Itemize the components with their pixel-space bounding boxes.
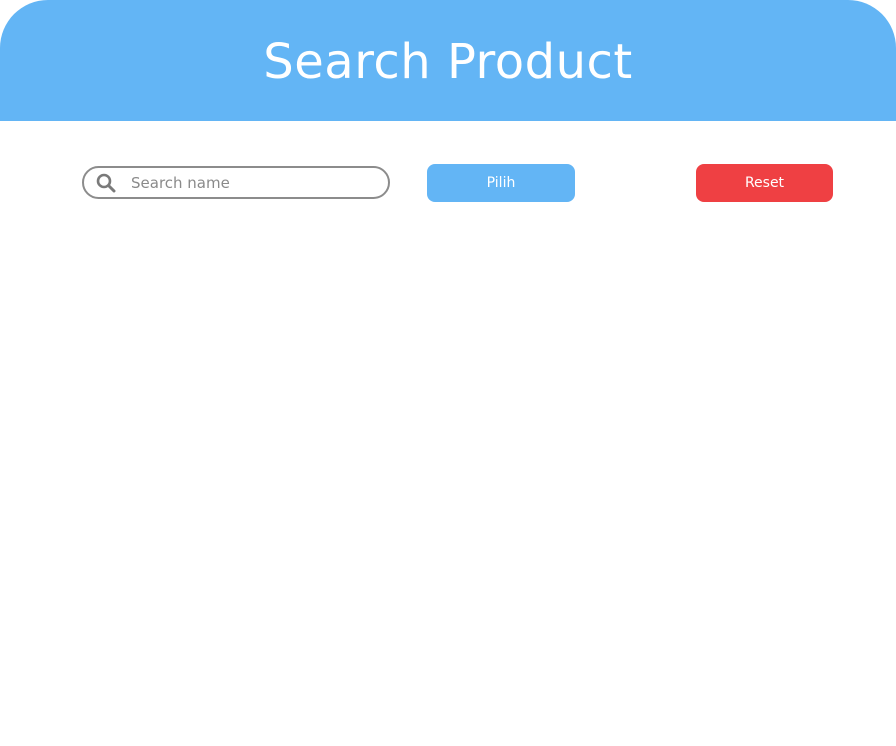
search-bar[interactable] xyxy=(82,166,390,199)
search-icon xyxy=(95,172,117,194)
page-header: Search Product xyxy=(0,0,896,121)
search-input[interactable] xyxy=(131,173,371,192)
page-title: Search Product xyxy=(263,33,633,90)
pilih-button[interactable]: Pilih xyxy=(427,164,575,202)
reset-button[interactable]: Reset xyxy=(696,164,833,202)
